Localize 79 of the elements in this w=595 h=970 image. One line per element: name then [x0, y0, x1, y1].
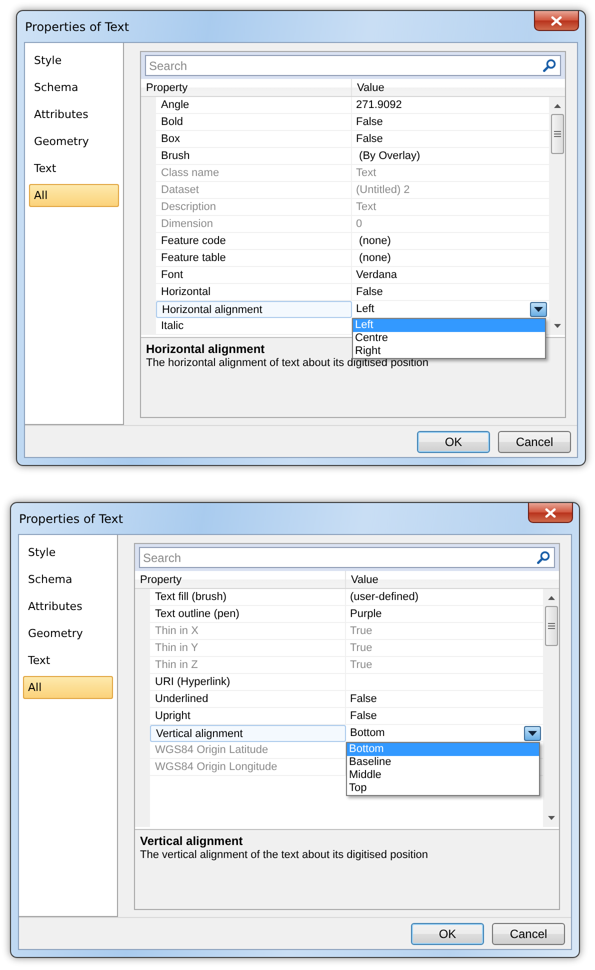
property-value[interactable]: Purple [350, 608, 541, 620]
nav-item[interactable]: Geometry [23, 622, 113, 645]
search-field[interactable]: Search [139, 547, 555, 568]
search-icon [537, 551, 550, 564]
window-title: Properties of Text [25, 20, 130, 34]
property-name[interactable]: Text fill (brush) [150, 589, 346, 606]
nav-item[interactable]: All [23, 676, 113, 699]
property-value[interactable]: (user-defined) [350, 591, 541, 603]
property-name[interactable]: Underlined [150, 691, 346, 708]
dropdown-option[interactable]: Middle [347, 769, 539, 782]
nav-item[interactable]: Attributes [29, 103, 119, 126]
nav-item[interactable]: Style [29, 49, 119, 72]
column-header[interactable]: Value [357, 82, 384, 94]
nav-item[interactable]: Attributes [23, 595, 113, 618]
column-header[interactable]: Property [146, 82, 188, 94]
nav-item[interactable]: Schema [23, 568, 113, 591]
nav-item[interactable]: Style [23, 541, 113, 564]
nav-item[interactable]: Text [23, 649, 113, 672]
property-value[interactable]: Bottom [350, 727, 524, 739]
dialog-button[interactable]: Cancel [492, 922, 565, 944]
nav-item[interactable]: Text [29, 157, 119, 180]
property-name[interactable]: Box [156, 131, 352, 148]
scroll-down-icon[interactable] [554, 324, 560, 328]
property-name[interactable]: Angle [156, 97, 352, 114]
dropdown-option[interactable]: Baseline [347, 756, 539, 769]
scrollbar[interactable] [543, 589, 559, 827]
dropdown-option[interactable]: Centre [353, 332, 545, 345]
nav-item[interactable]: Schema [29, 76, 119, 99]
dropdown-button[interactable] [524, 726, 541, 740]
description-text: The vertical alignment of the text about its digitised position [140, 849, 428, 861]
property-name[interactable]: Bold [156, 114, 352, 131]
property-value[interactable]: False [350, 693, 541, 705]
scroll-down-icon[interactable] [548, 816, 554, 820]
scroll-up-icon[interactable] [548, 596, 554, 600]
caret-icon [528, 730, 537, 736]
property-value[interactable]: False [356, 133, 547, 145]
description-title: Horizontal alignment [146, 342, 265, 356]
search-field[interactable]: Search [145, 55, 561, 76]
dropdown-option[interactable]: Top [347, 782, 539, 795]
property-value[interactable]: (none) [356, 252, 547, 264]
caret-icon [534, 306, 543, 312]
scroll-up-icon[interactable] [554, 104, 560, 108]
property-value[interactable]: (none) [356, 235, 547, 247]
property-value[interactable]: (By Overlay) [356, 150, 547, 162]
property-value[interactable]: False [356, 286, 547, 298]
property-name[interactable]: Font [156, 267, 352, 284]
property-value[interactable]: False [350, 710, 541, 722]
property-value[interactable]: Verdana [356, 269, 547, 281]
property-name[interactable]: URI (Hyperlink) [150, 674, 346, 691]
property-name[interactable]: Italic [156, 318, 352, 335]
property-value[interactable]: Left [356, 303, 530, 315]
column-header[interactable]: Value [351, 574, 378, 586]
dropdown-button[interactable] [530, 302, 547, 316]
dialog-button[interactable]: Cancel [498, 430, 571, 452]
scrollbar[interactable] [549, 97, 565, 335]
nav-item[interactable]: Geometry [29, 130, 119, 153]
dropdown-option[interactable]: Right [353, 345, 545, 358]
column-header[interactable]: Property [140, 574, 182, 586]
property-name[interactable]: Brush [156, 148, 352, 165]
description-title: Vertical alignment [140, 834, 243, 848]
property-name[interactable]: Feature code [156, 233, 352, 250]
property-name[interactable]: Horizontal alignment [156, 301, 352, 318]
property-value[interactable]: 271.9092 [356, 99, 547, 111]
ok-button[interactable]: OK [417, 430, 490, 452]
close-button[interactable] [528, 503, 573, 523]
nav-item[interactable]: All [29, 184, 119, 207]
close-icon [551, 16, 562, 26]
property-value[interactable]: False [356, 116, 547, 128]
close-icon [545, 508, 556, 518]
window-title: Properties of Text [19, 512, 124, 526]
scrollbar-thumb[interactable] [550, 114, 564, 154]
property-name[interactable]: Vertical alignment [150, 725, 346, 742]
scrollbar-thumb[interactable] [544, 606, 558, 646]
ok-button[interactable]: OK [411, 922, 484, 944]
property-name[interactable]: Text outline (pen) [150, 606, 346, 623]
search-icon [543, 59, 556, 72]
property-name[interactable]: Feature table [156, 250, 352, 267]
description-text: The horizontal alignment of text about its digitised position [146, 357, 428, 369]
close-button[interactable] [534, 11, 579, 31]
